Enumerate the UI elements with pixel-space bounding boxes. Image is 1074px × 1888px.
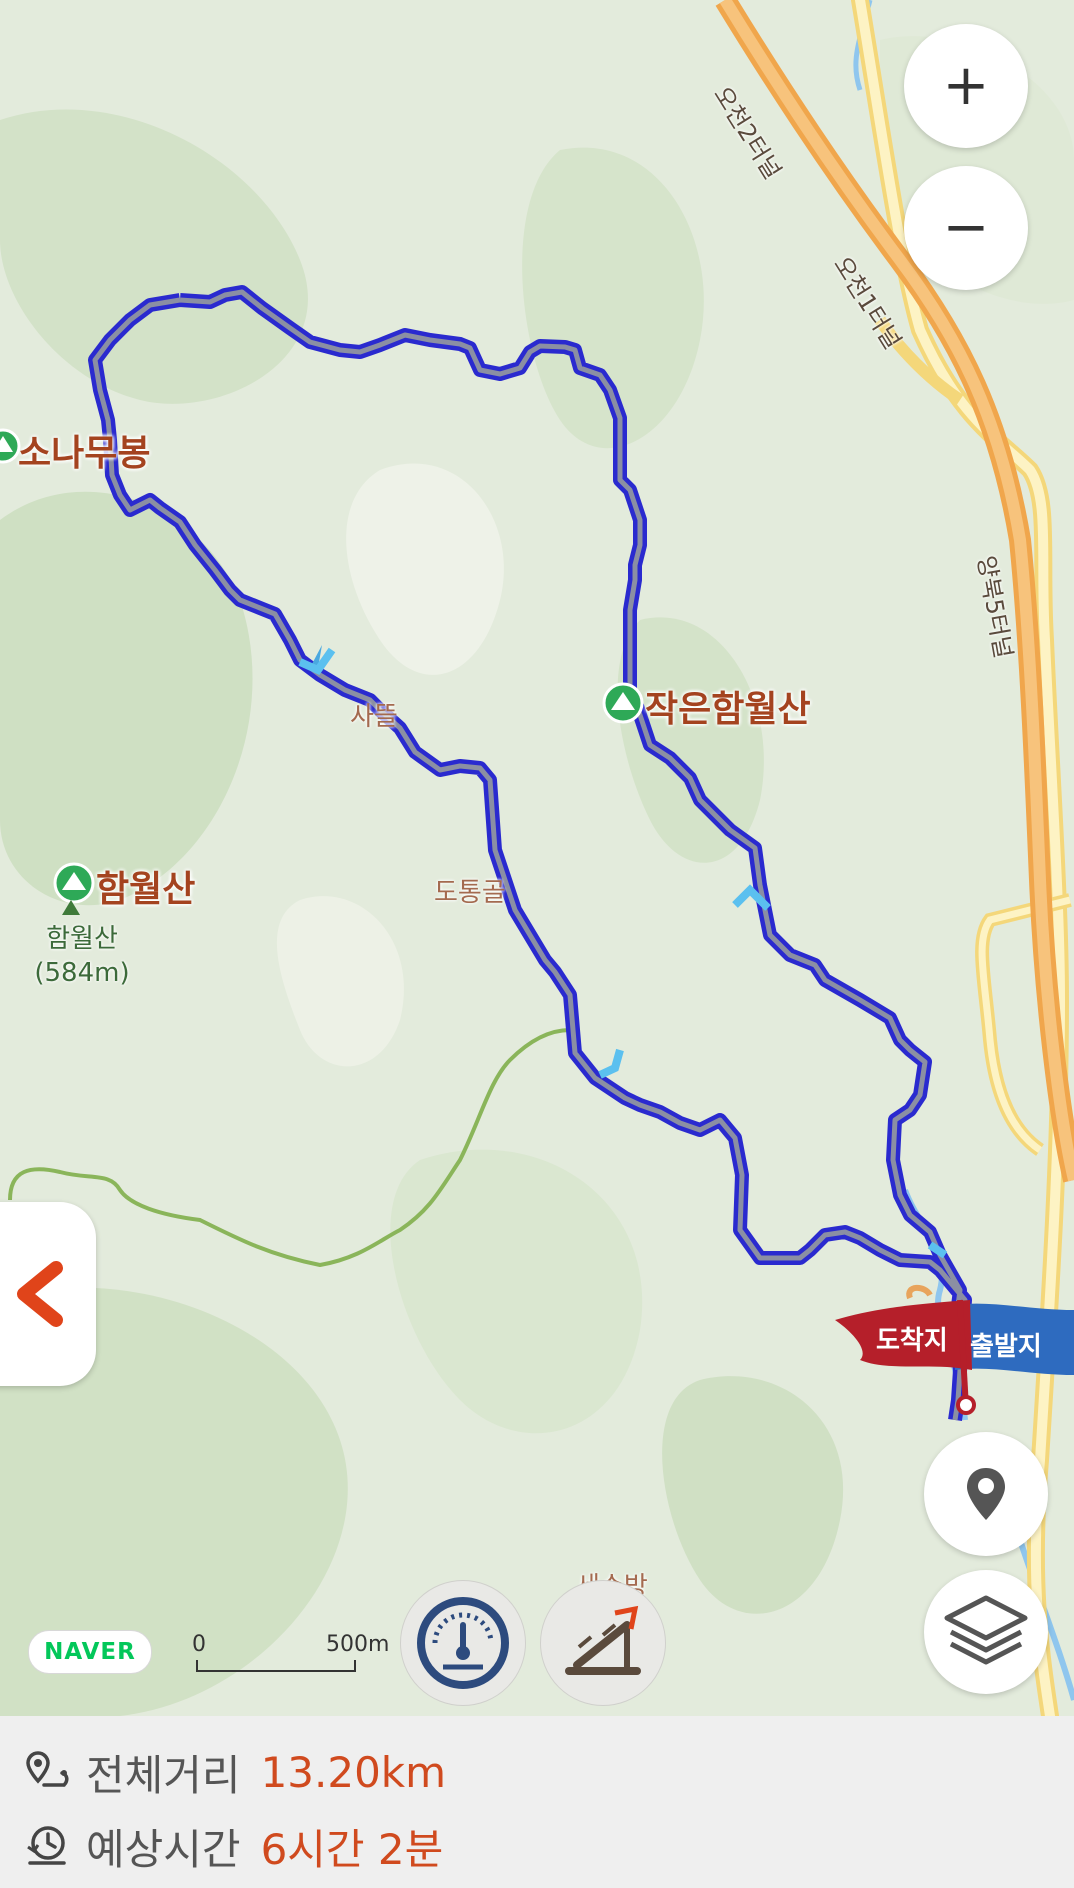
arrival-label: 도착지 [876, 1326, 948, 1356]
peak-label-sonamu: 소나무봉 [18, 433, 151, 474]
peak-icon [0, 428, 21, 464]
back-button[interactable] [0, 1202, 96, 1386]
my-location-button[interactable] [924, 1432, 1048, 1556]
slope-icon [565, 1605, 641, 1675]
plus-icon: + [942, 53, 990, 118]
minus-icon: − [942, 195, 990, 260]
layers-icon [944, 1595, 1028, 1665]
slope-settings-button[interactable] [540, 1580, 666, 1706]
place-label-dotong: 도통골 [434, 878, 506, 908]
route-distance-icon [26, 1751, 69, 1787]
peak-label-hamwol: 함월산 [96, 869, 196, 910]
speedometer-icon [417, 1597, 509, 1689]
peak-icon [602, 682, 644, 724]
naver-logo: NAVER [28, 1630, 152, 1674]
distance-row: 전체거리 13.20km [24, 1740, 446, 1804]
time-row: 예상시간 6시간 2분 [24, 1814, 443, 1878]
location-pin-icon [967, 1468, 1005, 1520]
peak-marker-name: 함월산 [46, 924, 118, 954]
map-view[interactable]: 소나무봉 작은함월산 함월산 함월산 (584m) 사뜰 도통골 세수방 오천2… [0, 0, 1074, 1716]
map-layers-button[interactable] [924, 1570, 1048, 1694]
distance-value: 13.20km [260, 1747, 447, 1797]
route-info-panel: 전체거리 13.20km 예상시간 6시간 2분 [0, 1716, 1074, 1888]
departure-label: 출발지 [970, 1332, 1042, 1362]
time-value: 6시간 2분 [260, 1824, 444, 1874]
speed-settings-button[interactable] [400, 1580, 526, 1706]
zoom-in-button[interactable]: + [904, 24, 1028, 148]
chevron-left-icon [17, 1261, 63, 1327]
estimated-time-icon [27, 1826, 66, 1865]
zoom-out-button[interactable]: − [904, 166, 1028, 290]
time-label: 예상시간 [86, 1824, 241, 1874]
peak-marker-elevation: (584m) [34, 958, 130, 988]
scale-start-label: 0 [192, 1632, 206, 1657]
peak-marker-hamwol: 함월산 (584m) [30, 922, 134, 990]
distance-label: 전체거리 [86, 1750, 241, 1800]
scale-line [196, 1660, 356, 1672]
place-label-satteul: 사뜰 [350, 702, 398, 732]
scale-end-label: 500m [326, 1632, 390, 1657]
peak-label-small-hamwol: 작은함월산 [645, 689, 811, 730]
scale-bar: 0 500m [192, 1632, 392, 1672]
